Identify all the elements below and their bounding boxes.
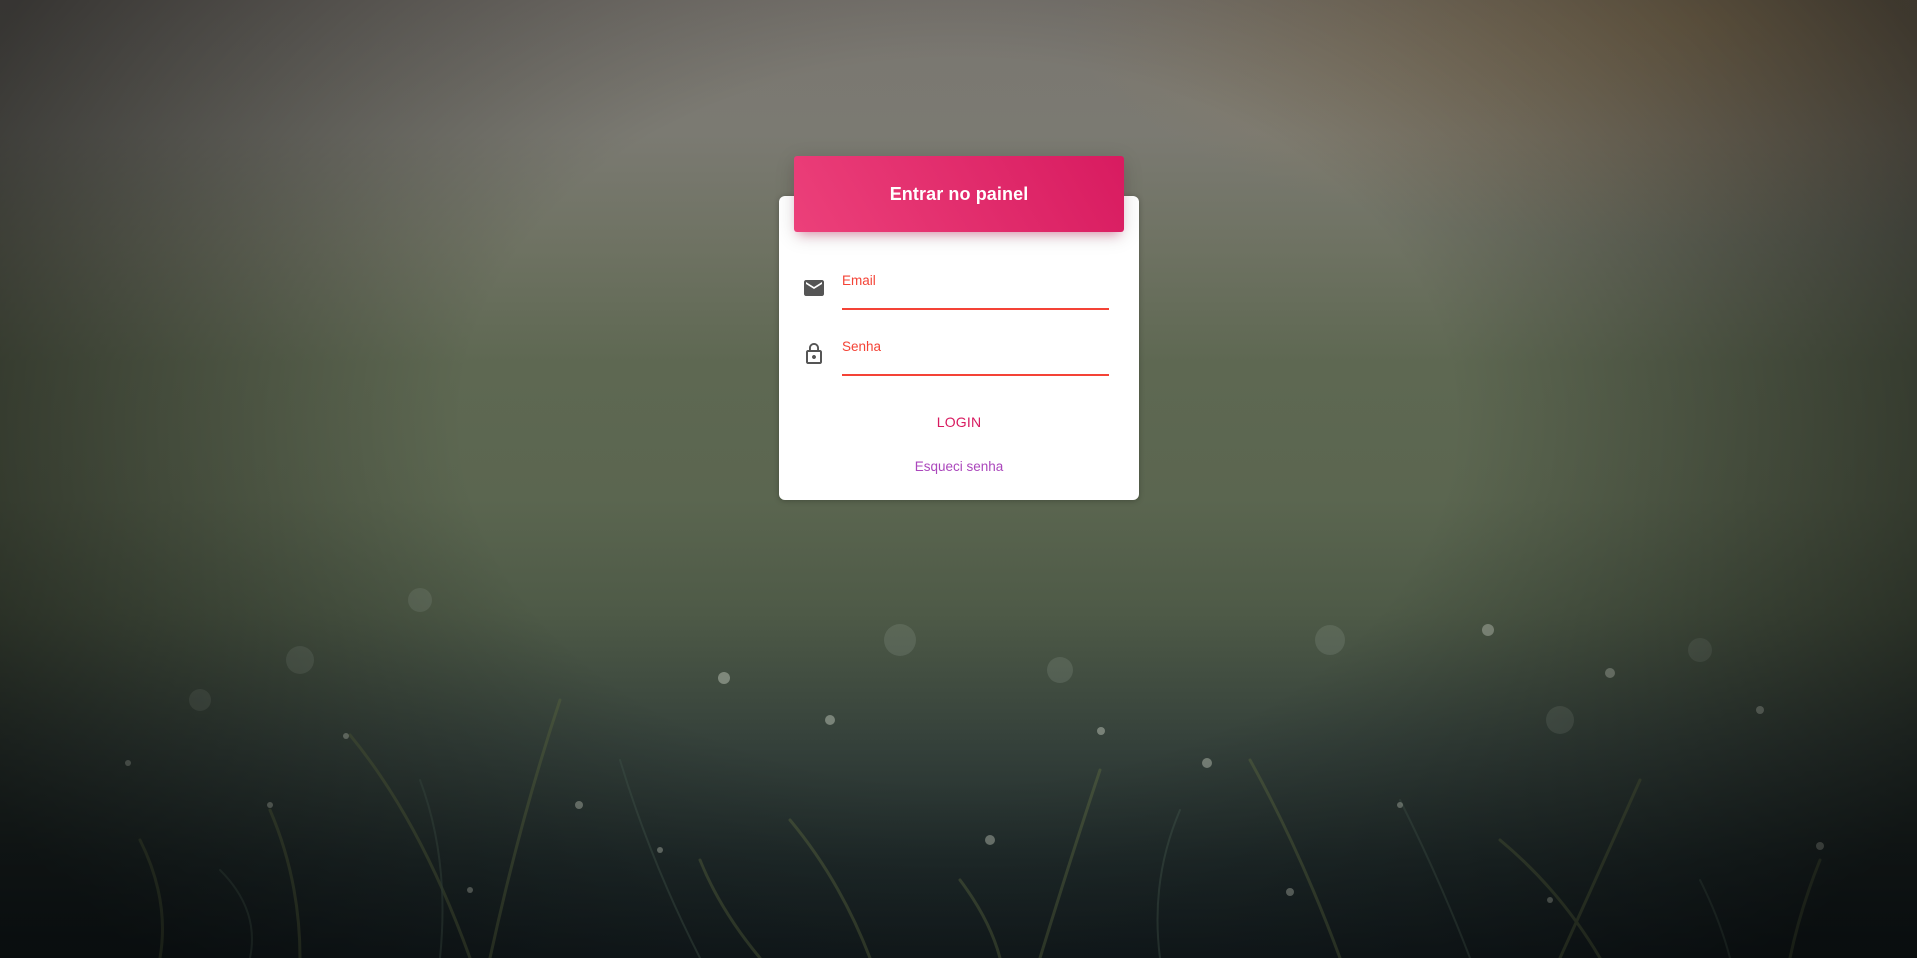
password-field-row: Senha <box>802 334 1109 378</box>
email-field-row: Email <box>802 268 1109 312</box>
login-button[interactable]: LOGIN <box>919 408 999 436</box>
lock-icon <box>802 342 826 366</box>
password-field[interactable] <box>842 334 1109 376</box>
login-card-header: Entrar no painel <box>794 156 1124 232</box>
mail-icon <box>802 276 826 300</box>
page-title: Entrar no painel <box>889 183 1029 204</box>
forgot-password-link[interactable]: Esqueci senha <box>880 459 1038 474</box>
email-field[interactable] <box>842 268 1109 310</box>
